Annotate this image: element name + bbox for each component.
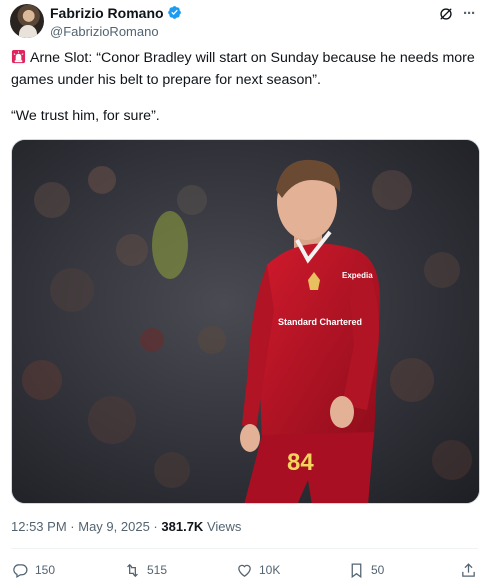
views-label: Views	[206, 519, 242, 534]
avatar[interactable]	[10, 4, 44, 38]
author-display-name[interactable]: Fabrizio Romano	[50, 5, 164, 21]
views-count: 381.7K	[161, 519, 204, 534]
bookmark-icon	[351, 562, 362, 578]
author-handle[interactable]: @FabrizioRomano	[50, 23, 182, 40]
sponsor-text: Standard Chartered	[278, 317, 362, 327]
grok-icon[interactable]	[438, 6, 454, 22]
tweet-line-1: Arne Slot: “Conor Bradley will start on …	[11, 50, 475, 88]
bookmark-count: 50	[371, 563, 385, 577]
tweet-text: Arne Slot: “Conor Bradley will start on …	[11, 47, 481, 127]
heart-icon	[238, 564, 251, 577]
like-button[interactable]: 10K	[236, 560, 280, 580]
sleeve-sponsor-text: Expedia	[342, 271, 373, 280]
reply-count: 150	[35, 563, 56, 577]
repost-icon	[127, 563, 138, 577]
like-count: 10K	[259, 563, 281, 577]
tweet-photo[interactable]: Standard Chartered Expedia 84	[11, 139, 480, 504]
share-icon	[462, 562, 475, 577]
divider	[11, 548, 478, 549]
tweet-header: Fabrizio Romano @FabrizioRomano ···	[10, 4, 478, 40]
share-button[interactable]	[460, 560, 477, 580]
repost-button[interactable]: 515	[124, 560, 167, 580]
player-photo-illustration: Standard Chartered Expedia 84	[12, 140, 479, 503]
tweet-line-2: “We trust him, for sure”.	[11, 108, 160, 124]
tweet-paragraph-1: Arne Slot: “Conor Bradley will start on …	[11, 47, 481, 91]
kit-number: 84	[287, 449, 314, 476]
more-icon[interactable]: ···	[460, 4, 478, 24]
bookmark-button[interactable]: 50	[348, 560, 384, 580]
meta-separator: ·	[70, 519, 75, 534]
author-block: Fabrizio Romano @FabrizioRomano	[50, 4, 182, 40]
tweet-time[interactable]: 12:53 PM	[11, 519, 67, 534]
action-bar: 150 515 10K 50	[11, 560, 478, 580]
tweet-paragraph-2: “We trust him, for sure”.	[11, 105, 481, 127]
tweet-date[interactable]: May 9, 2025	[78, 519, 150, 534]
meta-separator: ·	[153, 519, 158, 534]
siren-icon	[11, 49, 26, 64]
verified-badge-icon[interactable]	[167, 5, 182, 20]
reply-button[interactable]: 150	[12, 560, 55, 580]
tweet-meta: 12:53 PM · May 9, 2025 · 381.7K Views	[11, 519, 241, 535]
repost-count: 515	[147, 563, 168, 577]
reply-icon	[13, 563, 28, 578]
